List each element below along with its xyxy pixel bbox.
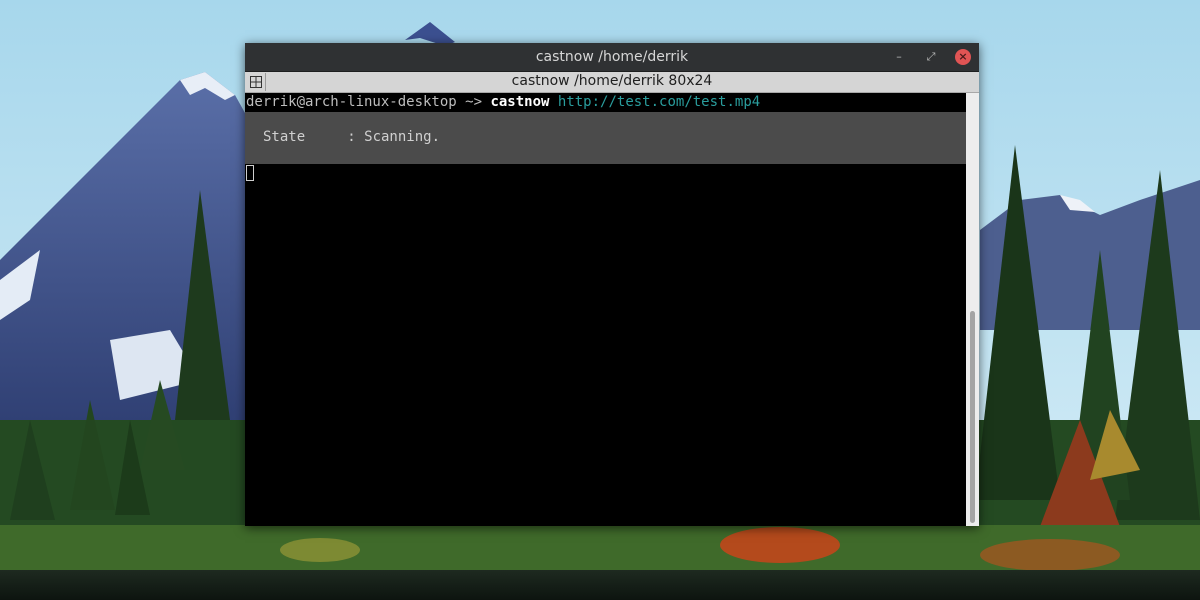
minimize-button[interactable]: –	[891, 49, 907, 65]
close-button[interactable]: ×	[955, 49, 971, 65]
status-panel: State : Scanning.	[245, 112, 966, 164]
maximize-button[interactable]: ⤢	[923, 49, 939, 65]
terminal-output[interactable]: derrik@arch-linux-desktop ~> castnow htt…	[245, 93, 966, 526]
command-argument-url: http://test.com/test.mp4	[557, 94, 761, 110]
window-title: castnow /home/derrik	[535, 49, 689, 65]
status-line: State : Scanning.	[263, 129, 441, 145]
tab-bar: castnow /home/derrik 80x24	[245, 72, 979, 93]
tab-title[interactable]: castnow /home/derrik 80x24	[245, 73, 979, 89]
window-titlebar[interactable]: castnow /home/derrik – ⤢ ×	[245, 43, 979, 72]
terminal-cursor	[246, 165, 254, 181]
vertical-scrollbar[interactable]	[966, 93, 979, 526]
command-text: castnow	[490, 94, 550, 110]
scrollbar-thumb[interactable]	[970, 311, 975, 523]
shell-prompt: derrik@arch-linux-desktop ~>	[246, 94, 491, 110]
prompt-line: derrik@arch-linux-desktop ~> castnow htt…	[246, 93, 760, 111]
terminal-window[interactable]: castnow /home/derrik – ⤢ × castnow /home…	[245, 43, 979, 526]
